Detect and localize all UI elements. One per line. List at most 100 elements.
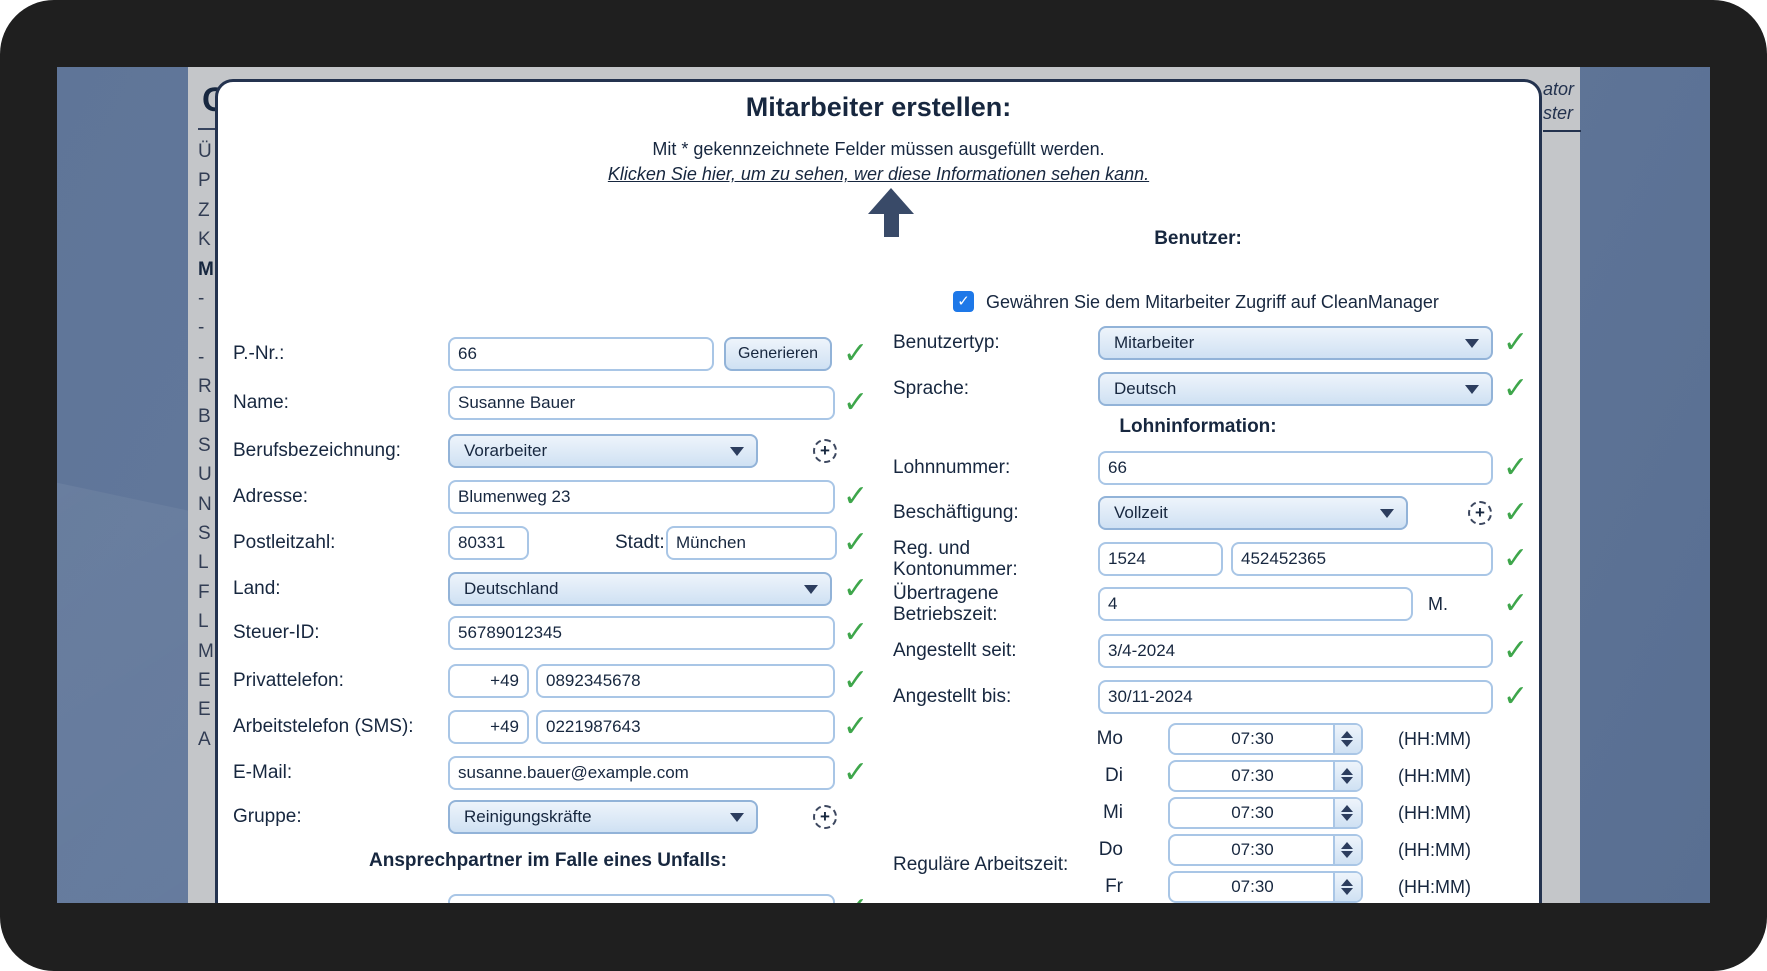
workphone-input[interactable] [536,710,835,744]
time-di-stepper[interactable]: 07:30 [1168,760,1363,792]
country-label: Land: [233,578,281,599]
pnr-input[interactable] [448,337,714,371]
stepper-buttons[interactable] [1333,836,1361,864]
name-label: Name: [233,392,289,413]
name-input[interactable] [448,386,835,420]
stepper-buttons[interactable] [1333,762,1361,790]
zip-input[interactable] [448,526,529,560]
time-format-hint: (HH:MM) [1398,766,1471,786]
valid-check-icon: ✓ [1503,496,1529,529]
language-select[interactable]: Deutsch [1098,372,1493,406]
grant-access-label: Gewähren Sie dem Mitarbeiter Zugriff auf… [986,292,1439,312]
time-di-value: 07:30 [1231,766,1274,785]
valid-check-icon: ✓ [1503,326,1529,359]
workphone-label: Arbeitstelefon (SMS): [233,716,414,737]
spin-down-icon[interactable] [1341,740,1353,747]
taxid-input[interactable] [448,616,835,650]
time-format-hint: (HH:MM) [1398,840,1471,860]
add-employment-button[interactable]: + [1468,501,1492,525]
stepper-buttons[interactable] [1333,725,1361,753]
workphone-prefix-input[interactable] [448,710,529,744]
group-label: Gruppe: [233,806,302,827]
regnumber-input[interactable] [1098,542,1223,576]
time-mi-stepper[interactable]: 07:30 [1168,797,1363,829]
screen-frame: C Ü P Z K M - - - R B S U N S L F L M E … [0,0,1767,971]
country-select[interactable]: Deutschland [448,572,832,606]
header-fragment-line1: ator [1543,79,1575,99]
spin-up-icon[interactable] [1341,842,1353,849]
employed-from-label: Angestellt seit: [893,640,1017,661]
time-mo-stepper[interactable]: 07:30 [1168,723,1363,755]
spin-up-icon[interactable] [1341,879,1353,886]
weekday-label-di: Di [1105,765,1123,786]
time-do-value: 07:30 [1231,840,1274,859]
app-background: C Ü P Z K M - - - R B S U N S L F L M E … [57,67,1710,903]
spin-down-icon[interactable] [1341,814,1353,821]
spin-down-icon[interactable] [1341,851,1353,858]
wagenumber-input[interactable] [1098,451,1493,485]
wage-section-heading: Lohninformation: [1119,416,1277,437]
valid-check-icon: ✓ [1503,451,1529,484]
employed-from-input[interactable] [1098,634,1493,668]
user-section-heading: Benutzer: [1154,228,1242,249]
valid-check-icon: ✓ [843,710,869,743]
valid-check-icon: ✓ [843,892,868,903]
country-value: Deutschland [464,579,559,598]
weekday-label-fr: Fr [1105,876,1123,897]
header-user-fragment: ator ster [1543,77,1583,125]
homephone-prefix-input[interactable] [448,664,529,698]
time-mi-value: 07:30 [1231,803,1274,822]
accident-contact-heading: Ansprechpartner im Falle eines Unfalls: [369,850,727,871]
valid-check-icon: ✓ [1503,372,1529,405]
valid-check-icon: ✓ [843,480,869,513]
zip-label: Postleitzahl: [233,532,336,553]
employment-select[interactable]: Vollzeit [1098,496,1408,530]
jobtitle-value: Vorarbeiter [464,441,548,460]
stepper-buttons[interactable] [1333,799,1361,827]
city-input[interactable] [666,526,837,560]
valid-check-icon: ✓ [1503,680,1529,713]
wagenumber-label: Lohnnummer: [893,457,1011,478]
time-mo-value: 07:30 [1231,729,1274,748]
add-jobtitle-button[interactable]: + [813,439,837,463]
time-do-stepper[interactable]: 07:30 [1168,834,1363,866]
chevron-down-icon [1380,509,1394,518]
grant-access-checkbox[interactable]: ✓ [953,291,974,312]
email-label: E-Mail: [233,762,293,783]
email-input[interactable] [448,756,835,790]
header-fragment-line2[interactable]: ster [1543,101,1583,125]
spin-up-icon[interactable] [1341,805,1353,812]
address-label: Adresse: [233,486,308,507]
stepper-buttons[interactable] [1333,873,1361,901]
homephone-label: Privattelefon: [233,670,344,691]
spin-down-icon[interactable] [1341,888,1353,895]
transferred-time-input[interactable] [1098,587,1413,621]
weekday-label-mo: Mo [1096,728,1123,749]
spin-up-icon[interactable] [1341,731,1353,738]
spin-down-icon[interactable] [1341,777,1353,784]
chevron-down-icon [730,813,744,822]
homephone-input[interactable] [536,664,835,698]
group-select[interactable]: Reinigungskräfte [448,800,758,834]
accident-contact-input[interactable] [448,894,835,903]
valid-check-icon: ✓ [843,616,869,649]
employment-label: Beschäftigung: [893,502,1019,523]
valid-check-icon: ✓ [843,526,869,559]
city-label: Stadt: [615,532,665,553]
employed-to-label: Angestellt bis: [893,686,1012,707]
generate-button[interactable]: Generieren [724,337,832,371]
time-format-hint: (HH:MM) [1398,803,1471,823]
employed-to-input[interactable] [1098,680,1493,714]
modal-title: Mitarbeiter erstellen: [745,92,1012,122]
visibility-info-link[interactable]: Klicken Sie hier, um zu sehen, wer diese… [218,164,1539,185]
valid-check-icon: ✓ [843,756,869,789]
usertype-select[interactable]: Mitarbeiter [1098,326,1493,360]
spin-up-icon[interactable] [1341,768,1353,775]
employment-value: Vollzeit [1114,503,1168,522]
address-input[interactable] [448,480,835,514]
accountnumber-input[interactable] [1231,542,1493,576]
header-divider [1543,130,1581,132]
jobtitle-select[interactable]: Vorarbeiter [448,434,758,468]
add-group-button[interactable]: + [813,805,837,829]
time-fr-stepper[interactable]: 07:30 [1168,871,1363,903]
